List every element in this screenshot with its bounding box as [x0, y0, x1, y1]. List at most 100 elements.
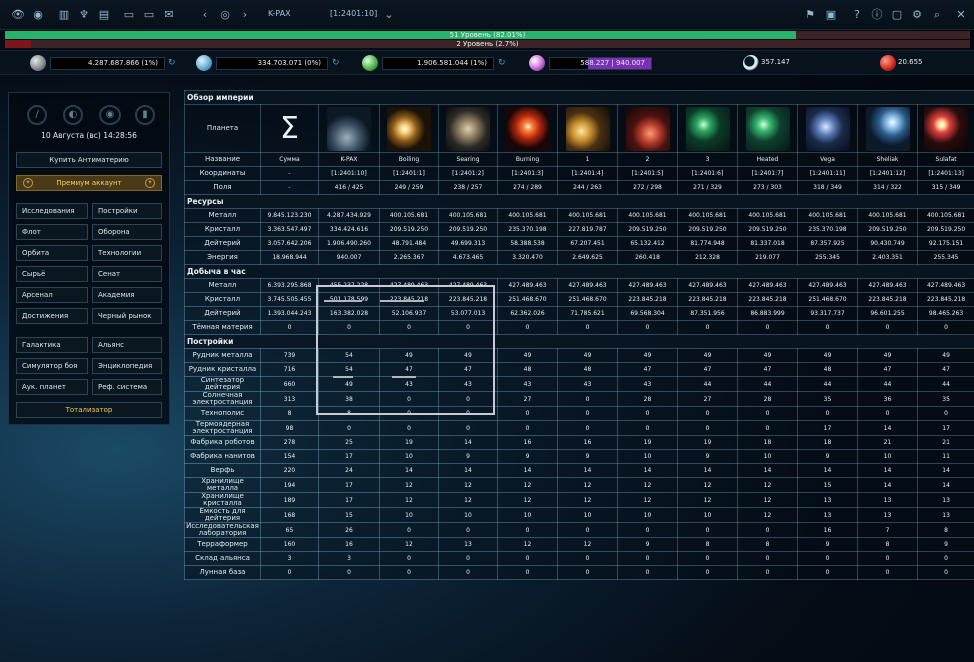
- table-cell: [1:2401:2]: [438, 166, 498, 181]
- chevron-left-icon[interactable]: ‹: [198, 8, 212, 22]
- table-cell: 9: [557, 449, 618, 464]
- table-cell: 49: [677, 348, 738, 363]
- planet-image-heated[interactable]: [745, 106, 790, 151]
- nav-totalizator[interactable]: Тотализатор: [16, 402, 162, 418]
- table-cell: 81.774.948: [677, 236, 738, 251]
- planet-image-vega[interactable]: [805, 106, 850, 151]
- dark-matter-icon[interactable]: [743, 55, 759, 71]
- trophy-icon[interactable]: ♆: [77, 8, 91, 22]
- table-cell: 98.465.263: [916, 306, 974, 321]
- alliance-icon[interactable]: ⚑: [803, 8, 817, 22]
- chevron-right-icon[interactable]: ›: [238, 8, 252, 22]
- planet-image-boiling[interactable]: [387, 106, 431, 151]
- nav-battle-sim[interactable]: Симулятор боя: [16, 358, 88, 374]
- chat-icon[interactable]: ▭: [122, 8, 136, 22]
- nav-black-market[interactable]: Черный рынок: [92, 308, 162, 324]
- planet-coords[interactable]: [1:2401:10]: [330, 9, 377, 18]
- antimatter-icon[interactable]: [880, 55, 896, 71]
- search-icon[interactable]: ⌕: [930, 8, 944, 22]
- table-cell: 8: [737, 537, 798, 552]
- contacts-icon[interactable]: ▣: [824, 8, 838, 22]
- planet-image-searing[interactable]: [446, 106, 490, 151]
- table-cell: 251.468.670: [557, 292, 618, 307]
- underline-marker: [324, 300, 362, 302]
- row-label: Терраформер: [184, 537, 261, 552]
- officer-shield-icon[interactable]: ◐: [63, 105, 83, 125]
- settings-icon[interactable]: ⚙: [910, 8, 924, 22]
- refresh-icon[interactable]: ↻: [168, 58, 176, 68]
- planet-image-burning[interactable]: [505, 106, 550, 151]
- table-cell: 0: [318, 565, 380, 580]
- table-cell: 90.430.749: [857, 236, 918, 251]
- nav-planet-auction[interactable]: Аук. планет: [16, 379, 88, 395]
- table-cell: 251.468.670: [797, 292, 858, 307]
- table-cell: 223.845.218: [857, 292, 918, 307]
- nav-galaxy[interactable]: Галактика: [16, 337, 88, 353]
- planet-image-1[interactable]: [565, 106, 610, 151]
- nav-academy[interactable]: Академия: [92, 287, 162, 303]
- mail-icon[interactable]: ✉: [162, 8, 176, 22]
- nav-raw[interactable]: Сырьё: [16, 266, 88, 282]
- table-cell: 43: [557, 376, 618, 392]
- planet-name[interactable]: K-PAX: [268, 9, 291, 18]
- notes-icon[interactable]: ▤: [97, 8, 111, 22]
- planet-image-sheliak[interactable]: [865, 106, 910, 151]
- table-cell: 67.207.451: [557, 236, 618, 251]
- table-cell: 16: [557, 435, 618, 450]
- officer-flame-icon[interactable]: ▮: [135, 105, 155, 125]
- nav-defense[interactable]: Оборона: [92, 224, 162, 240]
- refresh-icon[interactable]: ↻: [332, 58, 340, 68]
- nav-encyclopedia[interactable]: Энциклопедия: [92, 358, 162, 374]
- metal-icon[interactable]: [30, 55, 46, 71]
- deuterium-icon[interactable]: [362, 55, 378, 71]
- planet-image-3[interactable]: [685, 106, 730, 151]
- planet-image-sulafat[interactable]: [924, 106, 969, 151]
- nav-orbit[interactable]: Орбита: [16, 245, 88, 261]
- table-cell: 189: [260, 492, 319, 508]
- nav-referral[interactable]: Реф. система: [92, 379, 162, 395]
- premium-account-button[interactable]: ✦ Премиум аккаунт ✦: [16, 175, 162, 191]
- table-row: Кристалл3.745.505.455501.178.599223.845.…: [184, 292, 974, 307]
- globe-icon[interactable]: ◉: [31, 8, 45, 22]
- buy-antimatter-button[interactable]: Купить Антиматерию: [16, 152, 162, 168]
- table-row: Дейтерий 1.393.044.243 163.382.028 52.106.9…: [184, 306, 974, 321]
- table-cell: Burning: [497, 152, 558, 167]
- row-label: Кристалл: [184, 222, 261, 237]
- nav-arsenal[interactable]: Арсенал: [16, 287, 88, 303]
- crystal-icon[interactable]: [196, 55, 212, 71]
- table-cell: 19: [379, 435, 439, 450]
- table-cell: 0: [737, 320, 798, 335]
- energy-value: 588.227 | 940.007: [549, 57, 652, 70]
- eye-icon[interactable]: 👁: [11, 8, 25, 22]
- planet-target-icon[interactable]: ◎: [218, 8, 232, 22]
- chevron-down-icon[interactable]: ⌄: [382, 8, 396, 22]
- table-cell: 0: [497, 565, 558, 580]
- tools-icon[interactable]: ✕: [954, 8, 968, 22]
- refresh-icon[interactable]: ↻: [498, 58, 506, 68]
- table-cell: 47: [617, 362, 678, 377]
- table-cell: 10: [677, 507, 738, 523]
- messages-icon[interactable]: ▭: [142, 8, 156, 22]
- table-cell: 209.519.250: [916, 222, 974, 237]
- nav-alliance[interactable]: Альянс: [92, 337, 162, 353]
- energy-icon[interactable]: [529, 55, 545, 71]
- nav-fleet[interactable]: Флот: [16, 224, 88, 240]
- help-icon[interactable]: ?: [850, 8, 864, 22]
- officer-sword-icon[interactable]: /: [27, 105, 47, 125]
- table-cell: 28: [737, 391, 798, 407]
- nav-buildings[interactable]: Постройки: [92, 203, 162, 219]
- table-cell: 318 / 349: [797, 180, 858, 195]
- table-cell: 223.845.218: [617, 292, 678, 307]
- planet-image-2[interactable]: [625, 106, 670, 151]
- nav-research[interactable]: Исследования: [16, 203, 88, 219]
- info-icon[interactable]: ⓘ: [870, 8, 884, 22]
- table-cell: 427.489.463: [677, 278, 738, 293]
- table-cell: 0: [617, 551, 678, 566]
- stats-icon[interactable]: ▥: [57, 8, 71, 22]
- nav-technologies[interactable]: Технологии: [92, 245, 162, 261]
- nav-achievements[interactable]: Достижения: [16, 308, 88, 324]
- nav-senate[interactable]: Сенат: [92, 266, 162, 282]
- officer-eye-icon[interactable]: ◉: [99, 105, 121, 125]
- planet-image-kpax[interactable]: [327, 106, 371, 151]
- window-icon[interactable]: ▢: [890, 8, 904, 22]
